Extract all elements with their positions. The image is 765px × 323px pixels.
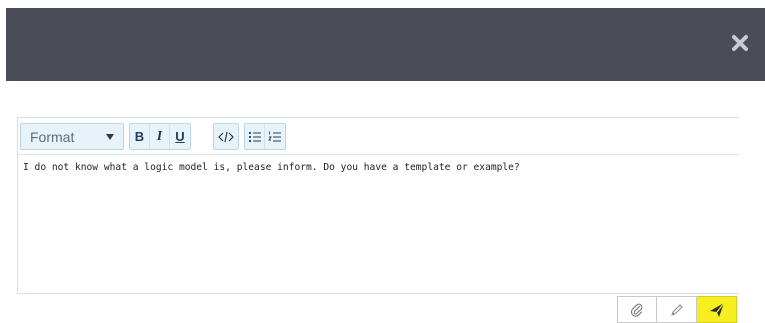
underline-button[interactable]: U: [170, 124, 190, 149]
format-dropdown[interactable]: Format: [20, 123, 124, 150]
numbered-list-button[interactable]: [265, 124, 285, 149]
pencil-icon: [670, 303, 683, 316]
bulleted-list-icon: [248, 131, 261, 142]
close-button[interactable]: [727, 30, 753, 56]
numbered-list-icon: [268, 131, 281, 142]
editor-actions: [617, 296, 737, 323]
edit-button[interactable]: [657, 296, 697, 323]
italic-button[interactable]: I: [150, 124, 170, 149]
code-group: [213, 123, 239, 150]
bold-button[interactable]: B: [130, 124, 150, 149]
attach-button[interactable]: [617, 296, 657, 323]
code-button[interactable]: [214, 124, 238, 149]
paperclip-icon: [630, 303, 643, 317]
send-button[interactable]: [697, 296, 737, 323]
message-editor: Format B I U I do not know what a logic …: [17, 117, 739, 294]
message-text-area[interactable]: I do not know what a logic model is, ple…: [23, 161, 733, 174]
chevron-down-icon: [106, 134, 114, 140]
send-icon: [709, 302, 724, 317]
format-dropdown-label: Format: [30, 128, 75, 145]
bulleted-list-button[interactable]: [245, 124, 265, 149]
code-icon: [218, 131, 234, 142]
text-style-group: B I U: [129, 123, 191, 150]
list-group: [244, 123, 286, 150]
editor-toolbar: Format B I U: [18, 118, 739, 155]
dialog-header: [6, 8, 765, 81]
close-icon: [732, 35, 748, 51]
